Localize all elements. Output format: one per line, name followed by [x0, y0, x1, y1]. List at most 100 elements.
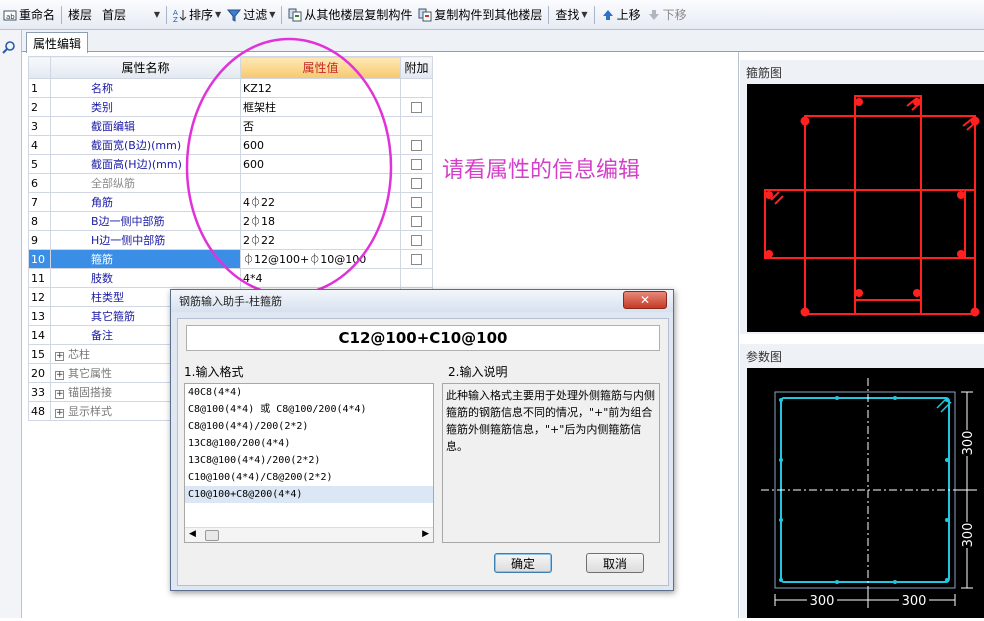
- section-desc-label: 2.输入说明: [448, 365, 508, 379]
- sort-button[interactable]: AZ 排序 ▼: [170, 4, 224, 26]
- find-button[interactable]: 查找 ▼: [552, 4, 590, 26]
- left-strip: [0, 30, 22, 618]
- copy-to-icon: [418, 8, 432, 22]
- row-number: 10: [28, 249, 51, 269]
- separator: [61, 5, 63, 24]
- chevron-down-icon: ▼: [269, 10, 276, 19]
- row-number: 20: [28, 363, 51, 383]
- format-list-item[interactable]: 13C8@100/200(4*4): [185, 435, 433, 452]
- row-number: 3: [28, 116, 51, 136]
- rename-icon: ab: [3, 8, 17, 22]
- row-number: 33: [28, 382, 51, 402]
- row-number: 12: [28, 287, 51, 307]
- chevron-down-icon: ▼: [153, 10, 161, 19]
- copy-to-floor-button[interactable]: 复制构件到其他楼层: [415, 4, 545, 26]
- scroll-thumb[interactable]: [205, 530, 219, 541]
- stirrup-input[interactable]: C12@100+C10@100: [186, 325, 660, 351]
- param-panel-title: 参数图: [746, 349, 783, 364]
- highlight-ellipse: [185, 37, 393, 297]
- svg-text:Z: Z: [173, 16, 178, 22]
- annotation-text: 请看属性的信息编辑: [442, 158, 641, 183]
- ok-button[interactable]: 确定: [494, 553, 552, 573]
- tab-property-edit[interactable]: 属性编辑: [26, 32, 89, 53]
- rename-button[interactable]: ab 重命名: [0, 4, 58, 26]
- group-label: 锚固搭接: [68, 386, 112, 399]
- floor-select[interactable]: 首层 ▼: [99, 6, 163, 24]
- extra-cell: [400, 249, 433, 269]
- filter-button[interactable]: 过滤 ▼: [224, 4, 278, 26]
- chevron-right-icon[interactable]: ▶: [422, 529, 429, 539]
- row-number: 14: [28, 325, 51, 345]
- separator: [593, 5, 595, 24]
- chevron-down-icon: ▼: [215, 10, 222, 19]
- row-number: 1: [28, 78, 51, 98]
- row-number: 13: [28, 306, 51, 326]
- expand-icon[interactable]: +: [55, 352, 64, 361]
- chevron-down-icon: ▼: [581, 10, 588, 19]
- tab-bar: 属性编辑: [22, 30, 984, 53]
- format-list-item[interactable]: C8@100(4*4)/200(2*2): [185, 418, 433, 435]
- format-list-item[interactable]: C8@100(4*4) 或 C8@100/200(4*4): [185, 401, 433, 418]
- format-description: 此种输入格式主要用于处理外侧箍筋与内侧箍筋的钢筋信息不同的情况，"+"前为组合箍…: [442, 383, 660, 543]
- dim-label-bottom-left: 300: [810, 594, 835, 609]
- svg-text:ab: ab: [6, 13, 15, 21]
- section-format-label: 1.输入格式: [184, 365, 244, 379]
- horizontal-scrollbar[interactable]: ◀ ▶: [185, 527, 433, 542]
- row-number: 7: [28, 192, 51, 212]
- move-down-button[interactable]: 下移: [644, 4, 690, 26]
- extra-checkbox[interactable]: [411, 102, 422, 113]
- extra-cell: [400, 173, 433, 193]
- dim-label-right-bottom: 300: [961, 523, 976, 548]
- stirrup-inner-vertical: [854, 95, 922, 301]
- expand-icon[interactable]: +: [55, 409, 64, 418]
- row-number: 9: [28, 230, 51, 250]
- row-number: 8: [28, 211, 51, 231]
- dialog-body: C12@100+C10@100 1.输入格式 2.输入说明 40C8(4*4) C…: [177, 318, 669, 586]
- expand-icon[interactable]: +: [55, 371, 64, 380]
- move-up-button[interactable]: 上移: [598, 4, 644, 26]
- extra-checkbox[interactable]: [411, 159, 422, 170]
- param-drawing: 300 300 300 300: [761, 378, 979, 609]
- extra-cell: [400, 211, 433, 231]
- stirrup-canvas[interactable]: [747, 84, 984, 332]
- separator: [281, 5, 283, 24]
- cancel-button[interactable]: 取消: [586, 553, 644, 573]
- expand-icon[interactable]: +: [55, 390, 64, 399]
- copy-from-icon: [288, 8, 302, 22]
- group-label: 显示样式: [68, 405, 112, 418]
- extra-checkbox[interactable]: [411, 178, 422, 189]
- extra-checkbox[interactable]: [411, 235, 422, 246]
- format-list-item[interactable]: 40C8(4*4): [185, 384, 433, 401]
- format-list[interactable]: 40C8(4*4) C8@100(4*4) 或 C8@100/200(4*4) C8…: [184, 383, 434, 543]
- sort-az-icon: AZ: [173, 8, 187, 24]
- format-list-item[interactable]: 13C8@100(4*4)/200(2*2): [185, 452, 433, 469]
- divider: [738, 52, 739, 618]
- separator: [166, 5, 168, 24]
- chevron-left-icon[interactable]: ◀: [189, 529, 196, 539]
- extra-checkbox[interactable]: [411, 197, 422, 208]
- rebar-input-dialog: 钢筋输入助手-柱箍筋 ✕ C12@100+C10@100 1.输入格式 2.输入…: [170, 289, 674, 591]
- param-canvas[interactable]: 300 300 300 300: [747, 368, 984, 618]
- stirrup-panel-title: 箍筋图: [746, 65, 783, 80]
- copy-from-floor-button[interactable]: 从其他楼层复制构件: [285, 4, 415, 26]
- format-list-item[interactable]: C10@100(4*4)/C8@200(2*2): [185, 469, 433, 486]
- rebar-dots: [765, 98, 980, 317]
- arrow-down-icon: [647, 8, 661, 22]
- dim-label-right-top: 300: [961, 431, 976, 456]
- extra-cell: [400, 116, 433, 136]
- row-number: 6: [28, 173, 51, 193]
- dialog-title: 钢筋输入助手-柱箍筋: [171, 290, 673, 312]
- header-extra[interactable]: 附加: [400, 56, 433, 79]
- extra-cell: [400, 135, 433, 155]
- param-panel: 参数图 300 300 300 300: [740, 344, 984, 618]
- extra-checkbox[interactable]: [411, 254, 422, 265]
- search-icon[interactable]: [2, 40, 16, 57]
- close-button[interactable]: ✕: [623, 291, 667, 309]
- extra-checkbox[interactable]: [411, 216, 422, 227]
- group-label: 芯柱: [68, 348, 90, 361]
- row-number: 48: [28, 401, 51, 421]
- stirrup-panel: 箍筋图: [740, 60, 984, 334]
- close-icon: ✕: [639, 293, 651, 307]
- format-list-item[interactable]: C10@100+C8@200(4*4): [185, 486, 433, 503]
- extra-checkbox[interactable]: [411, 140, 422, 151]
